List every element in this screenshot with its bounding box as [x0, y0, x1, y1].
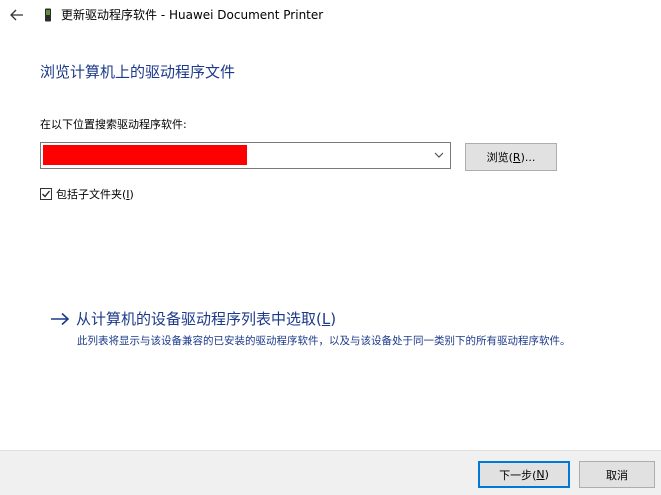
browse-label-pre: 浏览(	[486, 151, 513, 164]
driver-path-input[interactable]	[43, 145, 247, 165]
next-label-post: )	[544, 468, 549, 481]
window-title: 更新驱动程序软件 - Huawei Document Printer	[61, 8, 324, 22]
browse-label-post: )...	[520, 150, 536, 164]
cancel-button[interactable]: 取消	[579, 461, 655, 488]
include-subfolders-checkbox[interactable]	[40, 188, 52, 200]
checkmark-icon	[42, 190, 51, 198]
include-subfolders-label-pre: 包括子文件夹(	[56, 188, 127, 201]
arrow-right-icon	[51, 312, 70, 325]
pick-from-list-link-text: 从计算机的设备驱动程序列表中选取(L)	[76, 308, 336, 329]
pick-link-pre: 从计算机的设备驱动程序列表中选取(	[76, 310, 322, 328]
pick-from-list-description: 此列表将显示与该设备兼容的已安装的驱动程序软件，以及与该设备处于同一类别下的所有…	[77, 335, 571, 347]
pick-from-list-link[interactable]: 从计算机的设备驱动程序列表中选取(L)	[50, 308, 336, 329]
back-button[interactable]	[8, 6, 26, 24]
browse-accelerator-key: R	[512, 150, 521, 164]
update-driver-window: 更新驱动程序软件 - Huawei Document Printer 浏览计算机…	[0, 0, 661, 495]
chevron-down-icon[interactable]	[434, 151, 444, 159]
next-label-pre: 下一步(	[499, 468, 537, 482]
title-bar: 更新驱动程序软件 - Huawei Document Printer	[0, 0, 661, 32]
driver-path-combobox[interactable]	[40, 142, 451, 169]
page-heading: 浏览计算机上的驱动程序文件	[40, 63, 236, 81]
device-icon	[45, 8, 51, 22]
include-subfolders-checkbox-row[interactable]: 包括子文件夹(I)	[40, 186, 134, 202]
include-subfolders-label: 包括子文件夹(I)	[56, 186, 134, 202]
next-button[interactable]: 下一步(N)	[478, 461, 570, 488]
pick-link-accelerator-key: L	[321, 310, 331, 328]
back-arrow-icon	[10, 9, 23, 21]
search-location-label: 在以下位置搜索驱动程序软件:	[40, 118, 187, 131]
next-accelerator-key: N	[536, 468, 545, 481]
browse-button[interactable]: 浏览(R)...	[465, 143, 557, 171]
pick-link-post: )	[330, 310, 337, 328]
include-subfolders-label-post: )	[129, 188, 134, 201]
